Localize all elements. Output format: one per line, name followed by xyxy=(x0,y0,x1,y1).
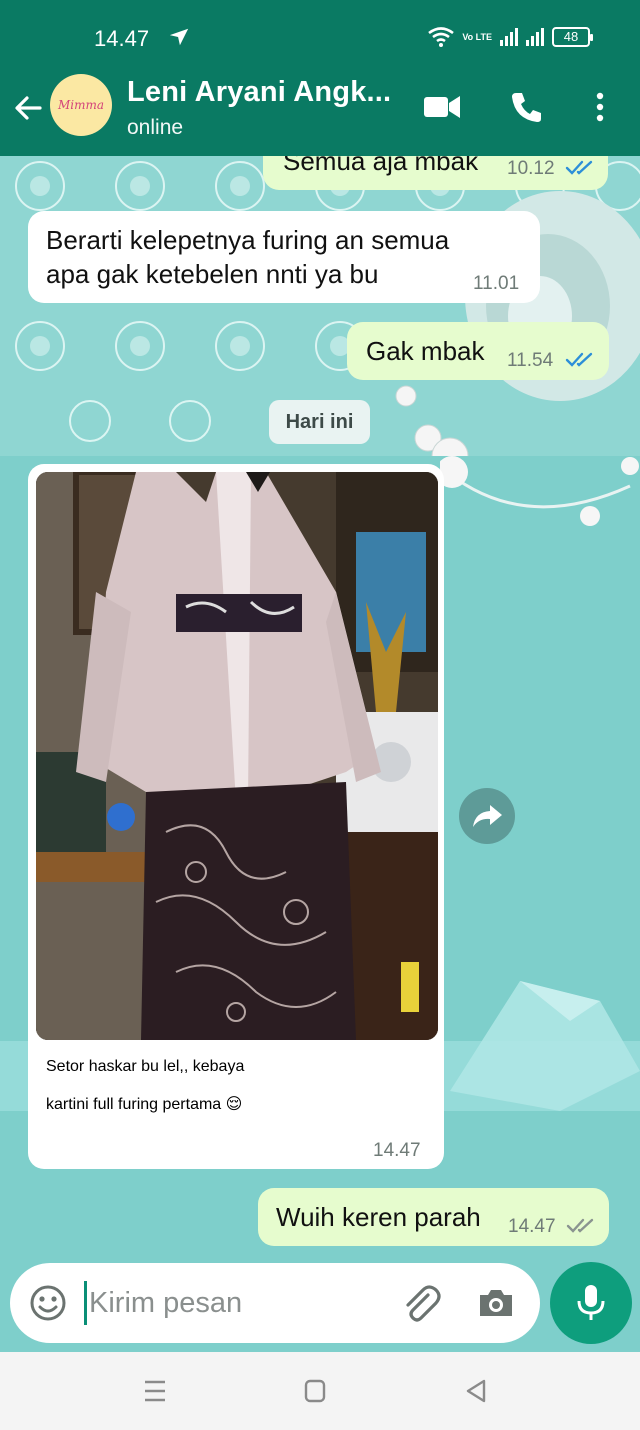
forward-button[interactable] xyxy=(459,788,515,844)
contact-name[interactable]: Leni Aryani Angk... xyxy=(127,76,391,109)
video-call-icon[interactable] xyxy=(422,90,462,124)
signal-bars-icon xyxy=(526,28,544,46)
pearl-string-decoration xyxy=(440,456,639,526)
battery-icon: 48 xyxy=(552,27,593,47)
voice-record-button[interactable] xyxy=(550,1262,632,1344)
kebaya-image xyxy=(36,472,438,1040)
image-caption-line: kartini full furing pertama 😌 xyxy=(46,1096,243,1113)
forward-arrow-icon xyxy=(473,805,502,827)
message-text-line: Berarti kelepetnya furing an semua xyxy=(46,225,450,255)
message-composer xyxy=(10,1263,540,1343)
more-options-icon[interactable] xyxy=(592,90,608,124)
back-arrow-icon[interactable] xyxy=(12,92,44,124)
status-bar: 14.47 Vo LTE 48 xyxy=(0,0,640,72)
message-text: Wuih keren parah xyxy=(276,1202,481,1232)
message-outgoing[interactable]: Semua aja mbak 10.12 xyxy=(263,156,608,190)
volte-indicator: Vo LTE xyxy=(462,31,492,42)
read-ticks-icon xyxy=(565,160,593,175)
message-time: 14.47 xyxy=(373,1140,421,1161)
message-time: 11.01 xyxy=(473,273,520,294)
date-separator: Hari ini xyxy=(269,400,370,444)
message-incoming[interactable]: Berarti kelepetnya furing an semua apa g… xyxy=(28,211,540,303)
image-message[interactable]: Setor haskar bu lel,, kebaya kartini ful… xyxy=(28,464,444,1169)
home-icon[interactable] xyxy=(303,1378,327,1404)
camera-icon[interactable] xyxy=(476,1283,516,1323)
avatar[interactable]: Mimma xyxy=(50,74,112,136)
message-time: 10.12 xyxy=(507,158,555,179)
kebaya-photo[interactable] xyxy=(36,472,438,1040)
microphone-icon xyxy=(577,1285,605,1320)
message-outgoing[interactable]: Wuih keren parah 14.47 xyxy=(258,1188,609,1246)
message-time: 14.47 xyxy=(508,1216,556,1237)
contact-status: online xyxy=(127,116,184,139)
message-input[interactable] xyxy=(84,1281,384,1325)
chat-area[interactable]: Semua aja mbak 10.12 Berarti kelepetnya … xyxy=(0,156,640,1352)
avatar-text: Mimma xyxy=(57,98,105,112)
message-outgoing[interactable]: Gak mbak 11.54 xyxy=(347,322,609,380)
message-text: Gak mbak xyxy=(366,336,485,366)
signal-bars-icon xyxy=(500,28,518,46)
system-navigation-bar xyxy=(0,1352,640,1430)
phone-call-icon[interactable] xyxy=(510,90,544,124)
status-time: 14.47 xyxy=(94,26,150,51)
back-nav-icon[interactable] xyxy=(464,1378,488,1404)
message-text-line: apa gak ketebelen nnti ya bu xyxy=(46,259,379,289)
emoji-icon[interactable] xyxy=(28,1283,68,1323)
delivered-ticks-icon xyxy=(566,1218,594,1233)
image-caption-line: Setor haskar bu lel,, kebaya xyxy=(46,1058,245,1075)
recent-apps-icon[interactable] xyxy=(143,1378,167,1404)
status-indicators: Vo LTE 48 xyxy=(428,25,593,49)
message-time: 11.54 xyxy=(507,350,554,371)
app-header: 14.47 Vo LTE 48 Mimma Leni Aryani Angk..… xyxy=(0,0,640,156)
wifi-icon xyxy=(428,27,455,47)
navigation-arrow-icon xyxy=(169,28,189,46)
read-ticks-icon xyxy=(565,352,593,367)
attach-icon[interactable] xyxy=(398,1281,442,1325)
message-text: Semua aja mbak xyxy=(283,156,479,176)
